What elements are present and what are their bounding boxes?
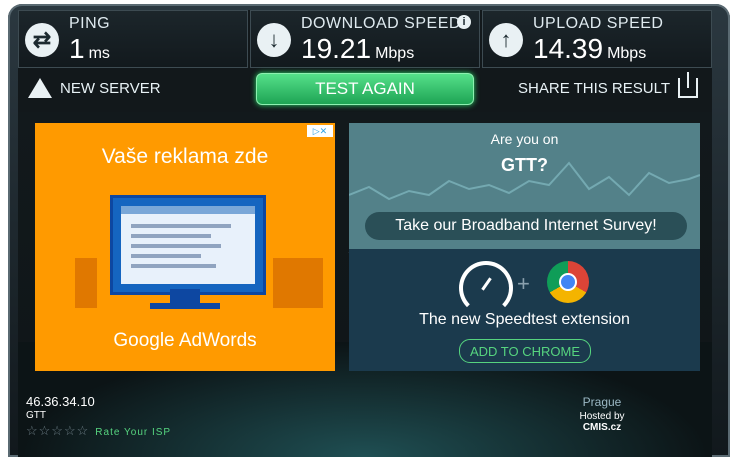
upload-label: UPLOAD SPEED	[533, 15, 664, 32]
survey-question-line1: Are you on	[490, 131, 559, 147]
survey-question-line2: GTT?	[501, 155, 548, 175]
add-to-chrome-button[interactable]: ADD TO CHROME	[459, 339, 591, 363]
download-panel: ↓ DOWNLOAD SPEED i 19.21 Mbps	[250, 10, 480, 68]
share-icon	[678, 72, 698, 98]
survey-banner[interactable]: Are you on GTT? Take our Broadband Inter…	[349, 123, 700, 249]
upload-value: 14.39 Mbps	[533, 33, 647, 64]
hosted-by-label: Hosted by	[579, 411, 625, 422]
download-label: DOWNLOAD SPEED	[301, 15, 461, 32]
ad-brand: Google AdWords	[113, 330, 257, 351]
server-icon	[28, 78, 52, 98]
rate-isp-link[interactable]: Rate Your ISP	[95, 427, 171, 438]
speedometer-icon	[459, 261, 513, 315]
extension-tagline: The new Speedtest extension	[419, 311, 630, 328]
share-label: SHARE THIS RESULT	[518, 79, 670, 97]
ping-label: PING	[69, 15, 111, 32]
test-again-button[interactable]: TEST AGAIN	[256, 73, 474, 105]
upload-panel: ↑ UPLOAD SPEED 14.39 Mbps	[482, 10, 712, 68]
info-icon[interactable]: i	[457, 15, 471, 29]
monitor-screen	[121, 206, 255, 284]
adwords-banner[interactable]: ▷✕ Vaše reklama zde Google AdWords	[35, 123, 335, 371]
action-bar: NEW SERVER TEST AGAIN SHARE THIS RESULT	[18, 70, 712, 108]
survey-cta-button[interactable]: Take our Broadband Internet Survey!	[365, 212, 687, 240]
cabinet-illustration	[273, 258, 323, 308]
host-name: CMIS.cz	[582, 422, 622, 433]
monitor-illustration	[110, 195, 266, 295]
isp-rating-stars[interactable]: ☆☆☆☆☆ Rate Your ISP	[26, 423, 171, 439]
chrome-icon	[547, 261, 589, 303]
ping-icon: ⇄	[25, 23, 59, 57]
new-server-button[interactable]: NEW SERVER	[28, 78, 161, 98]
download-value: 19.21 Mbps	[301, 33, 415, 64]
ad-headline: Vaše reklama zde	[101, 145, 269, 168]
upload-icon: ↑	[489, 23, 523, 57]
server-info: Prague Hosted by CMIS.cz	[542, 395, 662, 433]
ping-panel: ⇄ PING 1 ms	[18, 10, 248, 68]
monitor-stand	[170, 289, 200, 303]
share-result-button[interactable]: SHARE THIS RESULT	[518, 72, 698, 98]
extension-banner[interactable]: + The new Speedtest extension ADD TO CHR…	[349, 249, 700, 371]
client-ip: 46.36.34.10	[26, 394, 95, 409]
adchoices-icon[interactable]: ▷✕	[307, 125, 333, 137]
ping-value: 1 ms	[69, 33, 110, 64]
monitor-stand-base	[150, 303, 220, 309]
client-isp: GTT	[26, 410, 46, 421]
client-info: 46.36.34.10 GTT ☆☆☆☆☆ Rate Your ISP	[26, 394, 171, 439]
plus-icon: +	[517, 271, 530, 296]
download-icon: ↓	[257, 23, 291, 57]
new-server-label: NEW SERVER	[60, 79, 161, 97]
stats-row: ⇄ PING 1 ms ↓ DOWNLOAD SPEED i 19.21 Mbps …	[18, 10, 712, 68]
server-city: Prague	[582, 395, 622, 409]
lamp-illustration	[75, 258, 97, 308]
